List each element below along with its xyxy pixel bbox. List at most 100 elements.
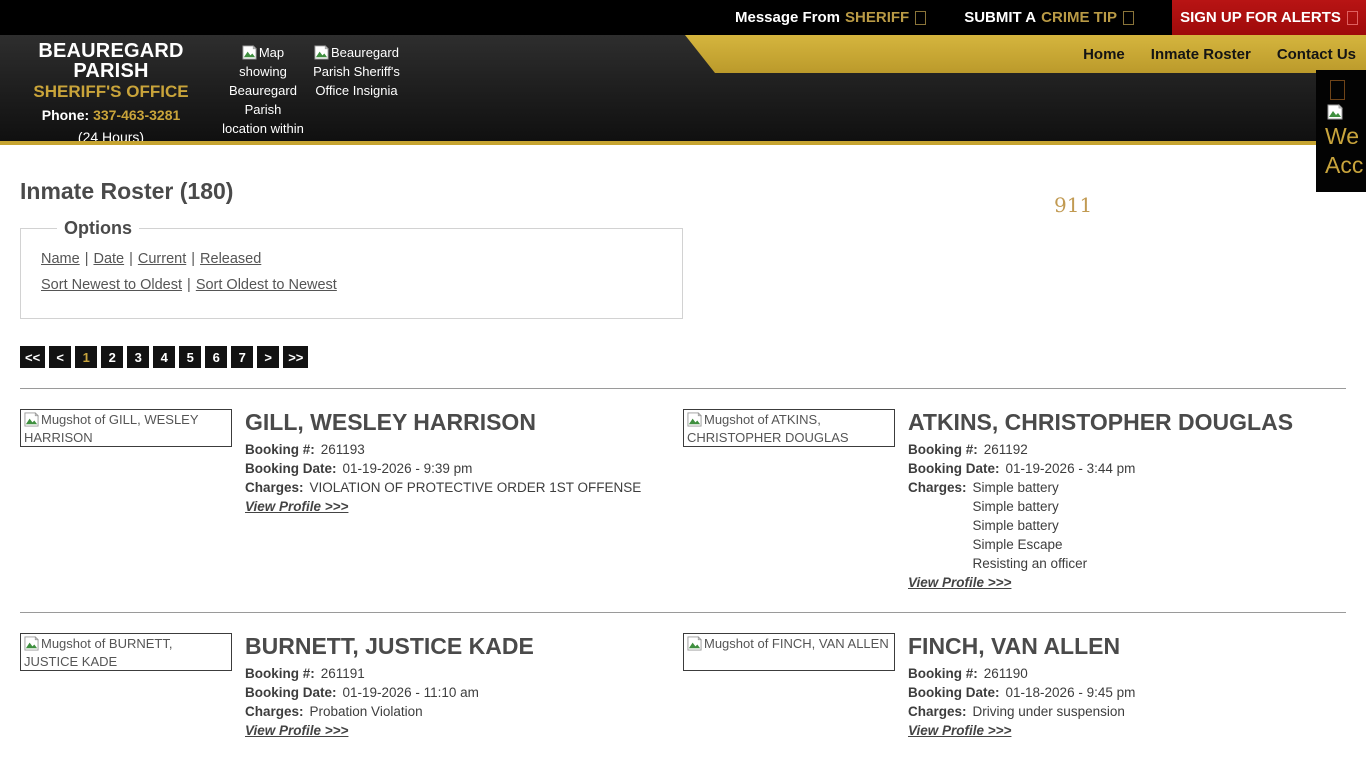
mugshot-image[interactable]: Mugshot of GILL, WESLEY HARRISON (20, 409, 232, 447)
page-button-2[interactable]: 2 (101, 346, 123, 368)
main-nav: Home Inmate Roster Contact Us (685, 35, 1366, 73)
booking-date-label: Booking Date: (908, 683, 1000, 702)
top-utility-bar: Message From SHERIFF SUBMIT A CRIME TIP … (0, 0, 1366, 35)
charges-row: Charges: VIOLATION OF PROTECTIVE ORDER 1… (245, 478, 683, 497)
charge-line: VIOLATION OF PROTECTIVE ORDER 1ST OFFENS… (310, 478, 642, 497)
charges-row: Charges: Simple batterySimple batterySim… (908, 478, 1346, 573)
view-profile-link[interactable]: View Profile >>> (245, 499, 348, 514)
booking-number-value: 261192 (984, 440, 1028, 459)
charges-row: Charges: Probation Violation (245, 702, 683, 721)
missing-glyph-box-icon (1347, 11, 1358, 25)
inmate-name: GILL, WESLEY HARRISON (245, 409, 683, 435)
phone-label: Phone: (42, 107, 89, 123)
agency-name: BEAUREGARD PARISH (10, 41, 212, 81)
booking-date-row: Booking Date: 01-18-2026 - 9:45 pm (908, 683, 1346, 702)
broken-image-icon (1327, 104, 1342, 119)
charge-list: Driving under suspension (973, 702, 1125, 721)
mugshot-image[interactable]: Mugshot of BURNETT, JUSTICE KADE (20, 633, 232, 671)
booking-date-value: 01-19-2026 - 9:39 pm (343, 459, 473, 478)
booking-date-label: Booking Date: (908, 459, 1000, 478)
charge-line: Resisting an officer (973, 554, 1088, 573)
nav-item-inmate-roster[interactable]: Inmate Roster (1151, 46, 1251, 63)
charge-list: Probation Violation (310, 702, 423, 721)
separator: | (85, 251, 89, 267)
mugshot-alt-text: Mugshot of ATKINS, CHRISTOPHER DOUGLAS (687, 412, 849, 445)
booking-number-row: Booking #: 261191 (245, 664, 683, 683)
page-button-1[interactable]: 1 (75, 346, 97, 368)
page-button-prev[interactable]: < (49, 346, 71, 368)
booking-number-value: 261191 (321, 664, 365, 683)
charge-line: Driving under suspension (973, 702, 1125, 721)
booking-number-row: Booking #: 261192 (908, 440, 1346, 459)
charge-list: VIOLATION OF PROTECTIVE ORDER 1ST OFFENS… (310, 478, 642, 497)
inmate-card: Mugshot of BURNETT, JUSTICE KADE BURNETT… (20, 633, 683, 740)
inmate-details: GILL, WESLEY HARRISON Booking #: 261193 … (245, 409, 683, 516)
view-profile-link[interactable]: View Profile >>> (908, 575, 1011, 590)
nav-item-contact-us[interactable]: Contact Us (1277, 46, 1356, 63)
page-button-3[interactable]: 3 (127, 346, 149, 368)
sign-up-for-alerts-button[interactable]: SIGN UP FOR ALERTS (1172, 0, 1366, 35)
roster-row: Mugshot of BURNETT, JUSTICE KADE BURNETT… (20, 633, 1346, 740)
filter-link-current[interactable]: Current (138, 251, 186, 267)
charge-list: Simple batterySimple batterySimple batte… (973, 478, 1088, 573)
inmate-card: Mugshot of ATKINS, CHRISTOPHER DOUGLAS A… (683, 409, 1346, 592)
insignia-broken-image: Beauregard Parish Sheriff's Office Insig… (308, 43, 405, 100)
page-button-prevprev[interactable]: << (20, 346, 45, 368)
filter-link-released[interactable]: Released (200, 251, 261, 267)
booking-number-label: Booking #: (908, 664, 978, 683)
filter-link-name[interactable]: Name (41, 251, 80, 267)
view-profile-link[interactable]: View Profile >>> (245, 723, 348, 738)
booking-date-value: 01-19-2026 - 3:44 pm (1006, 459, 1136, 478)
booking-number-value: 261190 (984, 664, 1028, 683)
view-profile-link[interactable]: View Profile >>> (908, 723, 1011, 738)
booking-number-label: Booking #: (245, 440, 315, 459)
inmate-name: BURNETT, JUSTICE KADE (245, 633, 683, 659)
booking-number-label: Booking #: (908, 440, 978, 459)
missing-glyph-box-icon (1123, 11, 1134, 25)
page-button-nextnext[interactable]: >> (283, 346, 308, 368)
web-accessibility-widget[interactable]: We Acc (1316, 70, 1366, 192)
emergency-911-link[interactable]: 911 (1054, 193, 1092, 217)
separator: | (191, 251, 195, 267)
inmate-details: FINCH, VAN ALLEN Booking #: 261190 Booki… (908, 633, 1346, 740)
mugshot-image[interactable]: Mugshot of FINCH, VAN ALLEN (683, 633, 895, 671)
booking-date-row: Booking Date: 01-19-2026 - 9:39 pm (245, 459, 683, 478)
agency-subtitle: SHERIFF'S OFFICE (10, 82, 212, 102)
booking-number-row: Booking #: 261193 (245, 440, 683, 459)
broken-image-icon (24, 412, 39, 427)
charge-line: Simple battery (973, 478, 1088, 497)
charges-label: Charges: (245, 478, 304, 497)
booking-date-label: Booking Date: (245, 683, 337, 702)
filter-link-date[interactable]: Date (93, 251, 124, 267)
inmate-details: BURNETT, JUSTICE KADE Booking #: 261191 … (245, 633, 683, 740)
broken-image-icon (24, 636, 39, 651)
page-button-4[interactable]: 4 (153, 346, 175, 368)
broken-image-icon (687, 412, 702, 427)
alerts-label: SIGN UP FOR ALERTS (1180, 9, 1341, 26)
crime-tip-prefix: SUBMIT A (964, 9, 1036, 26)
charges-label: Charges: (908, 702, 967, 721)
crime-tip-highlight: CRIME TIP (1041, 9, 1117, 26)
page-button-5[interactable]: 5 (179, 346, 201, 368)
phone-number-link[interactable]: 337-463-3281 (93, 107, 180, 123)
missing-glyph-box-icon (915, 11, 926, 25)
nav-item-home[interactable]: Home (1083, 46, 1125, 63)
sort-link-sort-oldest-to-newest[interactable]: Sort Oldest to Newest (196, 277, 337, 293)
charges-label: Charges: (908, 478, 967, 573)
message-from-sheriff-link[interactable]: Message From SHERIFF (735, 0, 926, 35)
page-button-next[interactable]: > (257, 346, 279, 368)
page-button-7[interactable]: 7 (231, 346, 253, 368)
booking-number-label: Booking #: (245, 664, 315, 683)
phone-line: Phone: 337-463-3281 (10, 105, 212, 125)
message-from-prefix: Message From (735, 9, 840, 26)
mugshot-alt-text: Mugshot of GILL, WESLEY HARRISON (24, 412, 198, 445)
page-button-6[interactable]: 6 (205, 346, 227, 368)
mugshot-image[interactable]: Mugshot of ATKINS, CHRISTOPHER DOUGLAS (683, 409, 895, 447)
broken-image-icon (314, 45, 329, 60)
charges-row: Charges: Driving under suspension (908, 702, 1346, 721)
mugshot-alt-text: Mugshot of BURNETT, JUSTICE KADE (24, 636, 173, 669)
sort-link-sort-newest-to-oldest[interactable]: Sort Newest to Oldest (41, 277, 182, 293)
charge-line: Simple Escape (973, 535, 1088, 554)
charge-line: Probation Violation (310, 702, 423, 721)
submit-crime-tip-link[interactable]: SUBMIT A CRIME TIP (964, 0, 1134, 35)
